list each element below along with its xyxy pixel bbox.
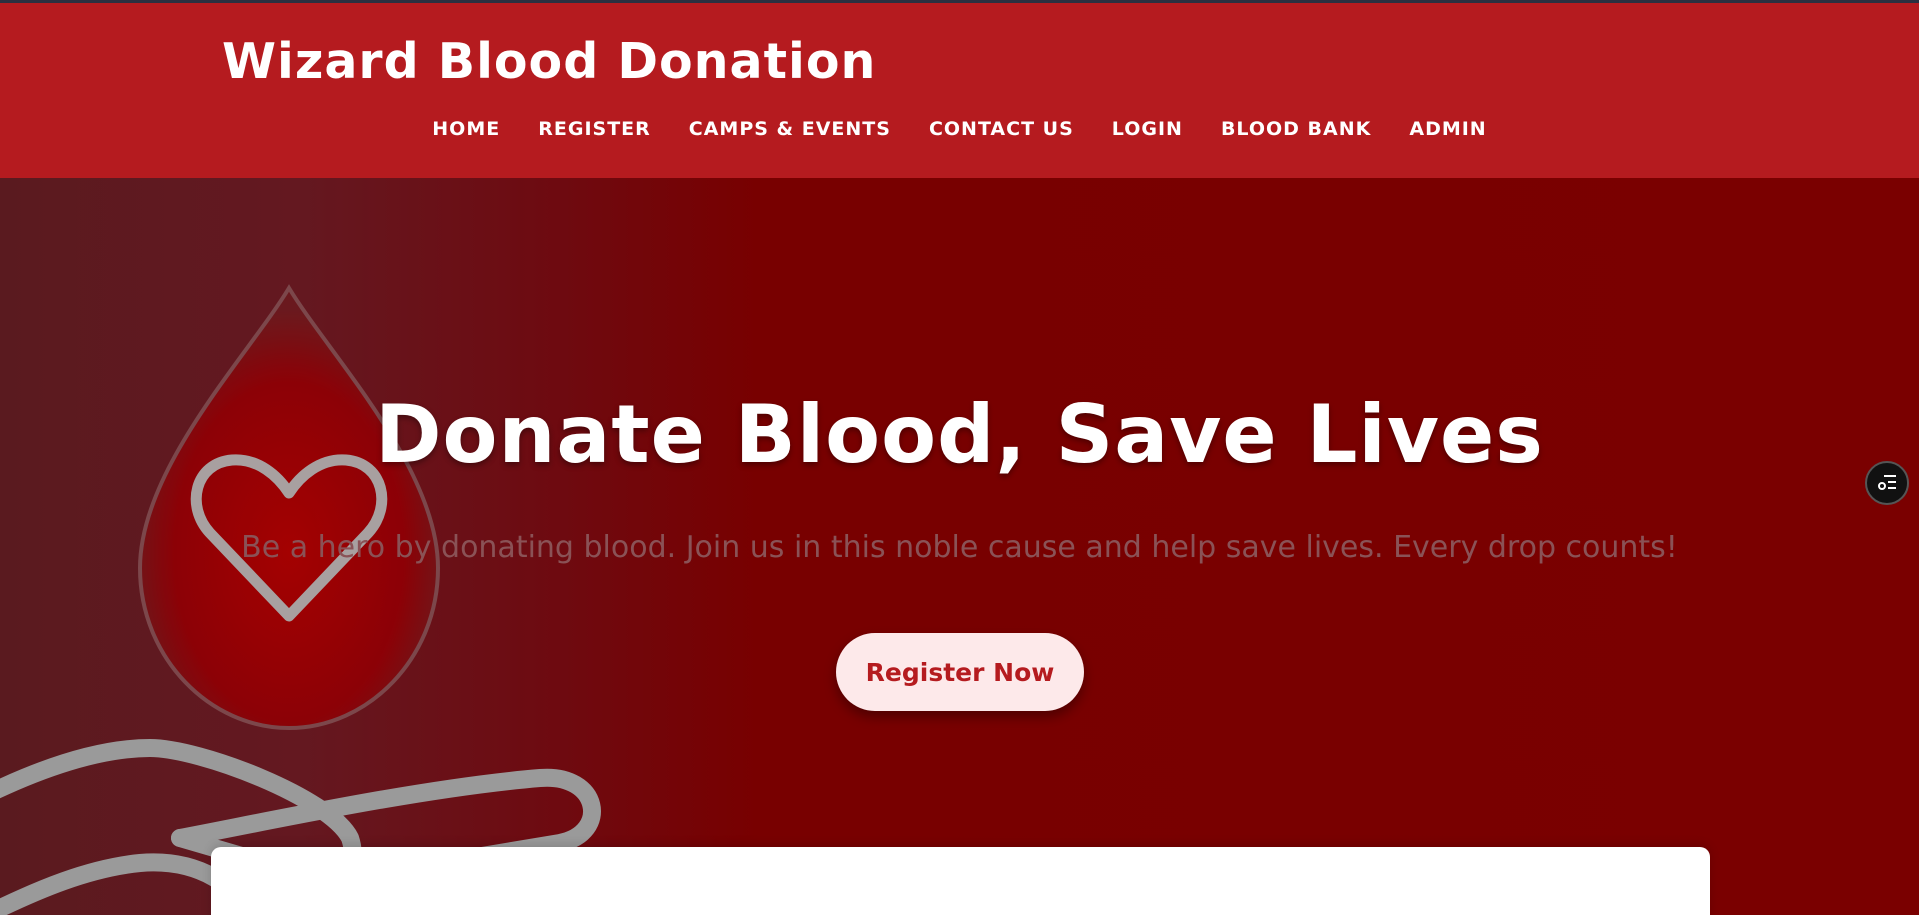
nav-camps-events[interactable]: CAMPS & EVENTS xyxy=(689,118,891,140)
accessibility-menu-icon xyxy=(1878,475,1896,490)
brand-title[interactable]: Wizard Blood Donation xyxy=(222,33,876,90)
main-nav: HOME REGISTER CAMPS & EVENTS CONTACT US … xyxy=(0,118,1919,140)
nav-register[interactable]: REGISTER xyxy=(538,118,651,140)
hero-title: Donate Blood, Save Lives xyxy=(375,388,1544,481)
nav-contact-us[interactable]: CONTACT US xyxy=(929,118,1074,140)
hero-section: Donate Blood, Save Lives Be a hero by do… xyxy=(0,178,1919,915)
blood-drop-heart-hand-icon xyxy=(0,284,601,915)
nav-home[interactable]: HOME xyxy=(432,118,500,140)
nav-blood-bank[interactable]: BLOOD BANK xyxy=(1221,118,1371,140)
nav-login[interactable]: LOGIN xyxy=(1112,118,1183,140)
site-header: Wizard Blood Donation HOME REGISTER CAMP… xyxy=(0,3,1919,178)
nav-admin[interactable]: ADMIN xyxy=(1409,118,1486,140)
accessibility-menu-button[interactable] xyxy=(1865,461,1909,505)
register-now-button[interactable]: Register Now xyxy=(836,633,1084,711)
content-card xyxy=(211,847,1710,915)
hero-subtitle: Be a hero by donating blood. Join us in … xyxy=(241,530,1678,565)
